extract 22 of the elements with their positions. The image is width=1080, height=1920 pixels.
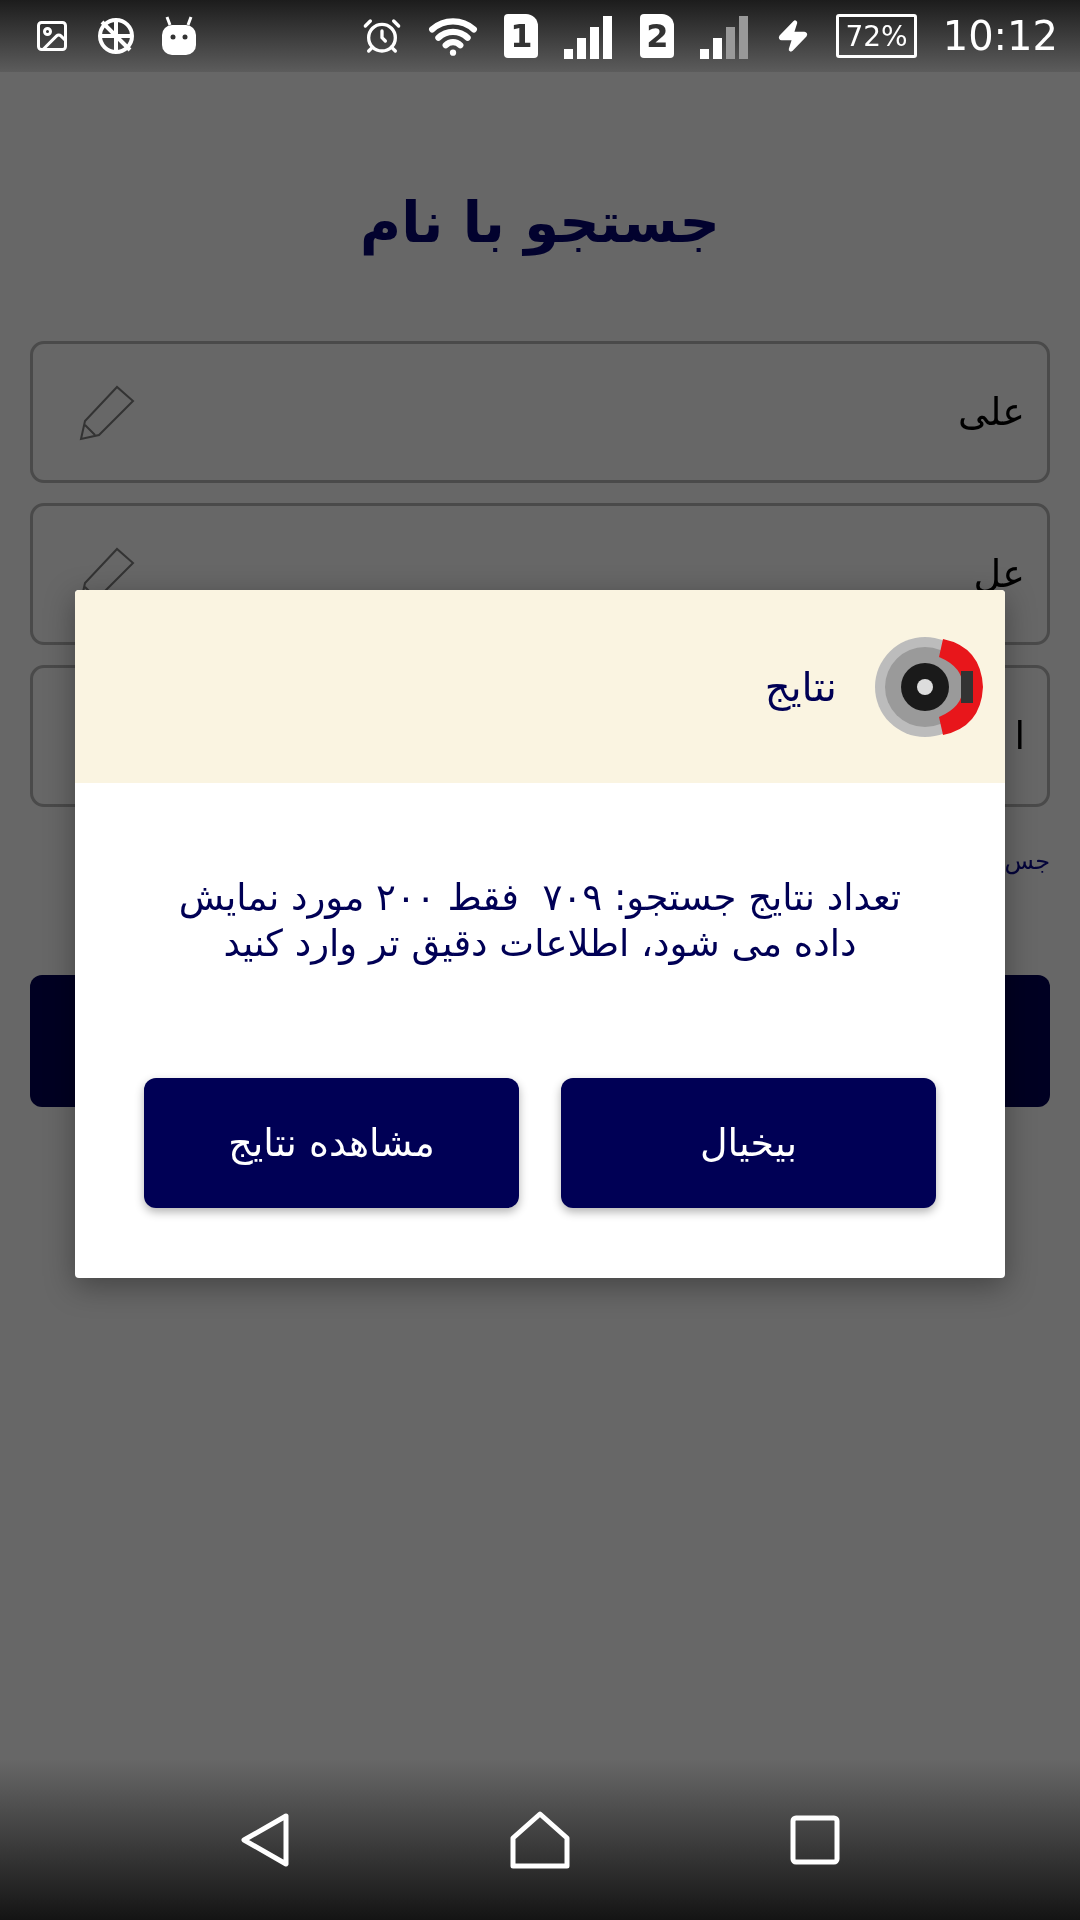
- android-icon: [162, 15, 196, 57]
- image-icon: [34, 18, 70, 54]
- home-icon[interactable]: [509, 1810, 571, 1870]
- globe-off-icon: [96, 16, 136, 56]
- signal-icon: [564, 13, 615, 59]
- sim-icon: 2: [640, 14, 675, 58]
- signal-icon: [700, 13, 751, 59]
- battery-level: 72%: [836, 14, 917, 58]
- hint-text: جس: [1004, 847, 1050, 875]
- back-icon[interactable]: [239, 1812, 290, 1868]
- recents-icon[interactable]: [790, 1815, 841, 1865]
- field-value: علی: [958, 390, 1025, 434]
- dialog-message: تعداد نتایج جستجو: ۷۰۹ فقط ۲۰۰ مورد نمایش داده می شود، اطلاعات دقیق تر وارد کنید: [177, 875, 903, 968]
- dialog-title: نتایج: [764, 663, 837, 710]
- page-title: جستجو با نام: [360, 190, 720, 255]
- clock-time: 10:12: [942, 13, 1058, 59]
- dialog-button[interactable]: مشاهده نتایج: [144, 1077, 519, 1208]
- field-value: ا: [1014, 714, 1025, 758]
- sim-icon: 1: [504, 14, 539, 58]
- dialog-button[interactable]: بیخیال: [561, 1077, 936, 1208]
- alarm-icon: [362, 16, 403, 56]
- name-field[interactable]: علی: [30, 341, 1050, 483]
